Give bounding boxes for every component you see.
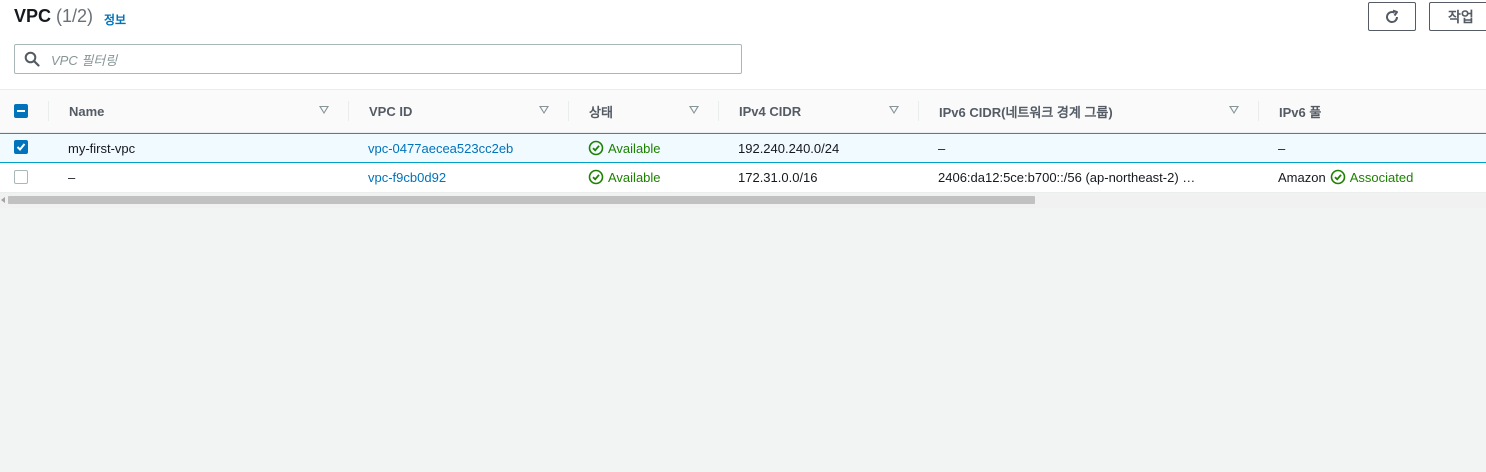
column-header-ipv6-pool[interactable]: IPv6 풀 (1258, 90, 1486, 132)
selection-count: (1/2) (56, 6, 94, 26)
cell-status: Available (588, 134, 708, 162)
actions-button[interactable]: 작업 (1429, 2, 1486, 31)
cell-name: my-first-vpc (68, 140, 136, 156)
sort-icon[interactable] (319, 106, 329, 114)
check-circle-icon (588, 140, 604, 156)
column-label: VPC ID (369, 103, 413, 119)
search-icon (24, 51, 40, 67)
column-header-ipv4-cidr[interactable]: IPv4 CIDR (718, 90, 918, 132)
sort-icon[interactable] (539, 106, 549, 114)
panel-header: VPC (1/2) 정보 작업 (0, 0, 1486, 36)
cell-vpc-id-link[interactable]: vpc-0477aecea523cc2eb (368, 134, 558, 162)
refresh-button[interactable] (1368, 2, 1416, 31)
status-badge: Associated (1330, 169, 1414, 185)
vpc-panel: VPC(1/2) 정보 작업 Name (0, 0, 1486, 208)
sort-icon[interactable] (1229, 106, 1239, 114)
column-label: IPv6 풀 (1279, 104, 1322, 120)
sort-icon[interactable] (689, 106, 699, 114)
column-header-status[interactable]: 상태 (568, 90, 718, 132)
search-field[interactable] (14, 44, 742, 74)
horizontal-scrollbar[interactable] (0, 193, 1486, 208)
cell-ipv6-pool: – (1278, 140, 1286, 156)
table-row[interactable]: – vpc-f9cb0d92 Available 172.31.0.0/16 2… (0, 163, 1486, 193)
status-text: Associated (1349, 169, 1414, 185)
scrollbar-thumb[interactable] (8, 196, 1035, 204)
cell-ipv4-cidr: 172.31.0.0/16 (738, 169, 818, 185)
select-all-checkbox[interactable] (14, 104, 28, 118)
status-badge: Available (588, 140, 661, 156)
row-checkbox[interactable] (14, 140, 28, 154)
search-input[interactable] (49, 48, 733, 72)
status-badge: Available (588, 169, 661, 185)
scroll-left-arrow-icon[interactable] (1, 197, 5, 203)
cell-name: – (68, 169, 76, 185)
column-header-ipv6-cidr[interactable]: IPv6 CIDR(네트워크 경계 그룹) (918, 90, 1258, 132)
column-label: IPv6 CIDR(네트워크 경계 그룹) (939, 104, 1113, 120)
cell-vpc-id-link[interactable]: vpc-f9cb0d92 (368, 163, 558, 191)
page-title: VPC (1/2) (14, 6, 93, 27)
column-header-name[interactable]: Name (48, 90, 348, 132)
column-label: 상태 (589, 104, 613, 120)
cell-ipv6-cidr: – (938, 140, 946, 156)
cell-ipv6-cidr: 2406:da12:5ce:b700::/56 (ap-northeast-2)… (938, 169, 1196, 185)
check-circle-icon (1330, 169, 1346, 185)
status-text: Available (608, 169, 661, 185)
ipv6-pool-name: Amazon (1278, 169, 1326, 185)
check-icon (16, 143, 26, 151)
column-label: IPv4 CIDR (739, 103, 802, 119)
table-header: Name VPC ID 상태 IPv4 CIDR IPv6 CIDR(네트워크 (0, 89, 1486, 133)
column-label: Name (69, 103, 105, 119)
cell-ipv6-pool: Amazon Associated (1278, 163, 1478, 191)
row-checkbox[interactable] (14, 170, 28, 184)
sort-icon[interactable] (889, 106, 899, 114)
title-text: VPC (14, 6, 52, 26)
table-row[interactable]: my-first-vpc vpc-0477aecea523cc2eb Avail… (0, 133, 1486, 163)
status-text: Available (608, 140, 661, 156)
column-header-vpc-id[interactable]: VPC ID (348, 90, 568, 132)
info-link[interactable]: 정보 (104, 11, 126, 28)
cell-ipv4-cidr: 192.240.240.0/24 (738, 140, 840, 156)
refresh-icon (1386, 9, 1399, 23)
cell-status: Available (588, 163, 708, 191)
check-circle-icon (588, 169, 604, 185)
